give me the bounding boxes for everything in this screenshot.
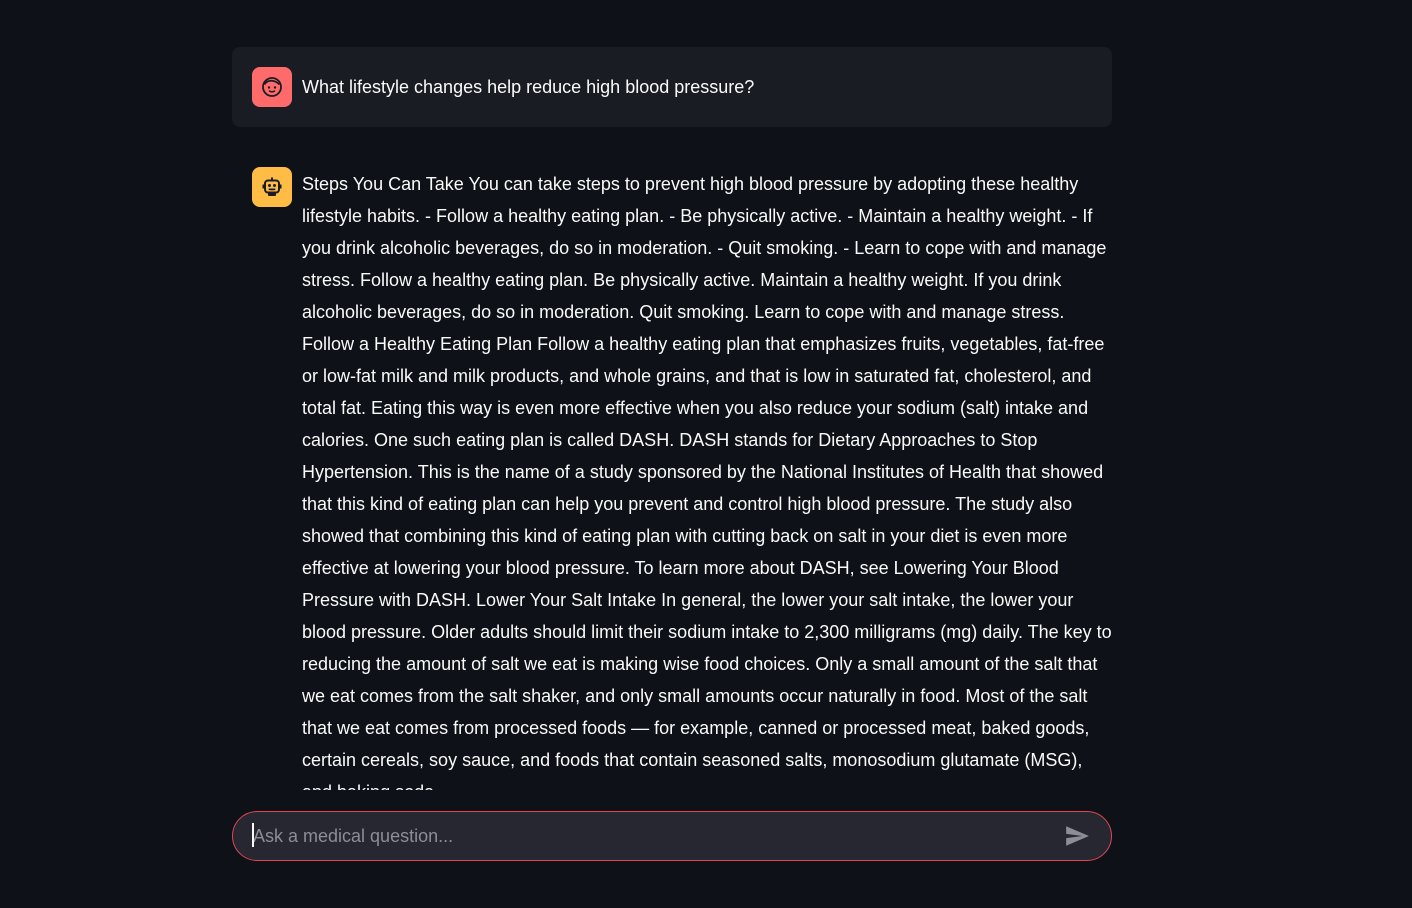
- assistant-avatar: [252, 167, 292, 207]
- send-icon: [1066, 826, 1089, 846]
- chat-message-list: What lifestyle changes help reduce high …: [0, 0, 1412, 790]
- chat-app: What lifestyle changes help reduce high …: [0, 0, 1412, 908]
- user-message-text: What lifestyle changes help reduce high …: [302, 77, 755, 97]
- robot-icon: [262, 177, 282, 196]
- user-avatar: [252, 67, 292, 107]
- text-cursor: [252, 823, 254, 847]
- user-face-icon: [262, 77, 282, 97]
- chat-input-container: [232, 811, 1112, 861]
- user-message: What lifestyle changes help reduce high …: [232, 47, 1112, 127]
- assistant-message: Steps You Can Take You can take steps to…: [232, 167, 1112, 790]
- assistant-message-text: Steps You Can Take You can take steps to…: [302, 174, 1112, 790]
- chat-input[interactable]: [233, 812, 1055, 860]
- send-button[interactable]: [1055, 814, 1099, 858]
